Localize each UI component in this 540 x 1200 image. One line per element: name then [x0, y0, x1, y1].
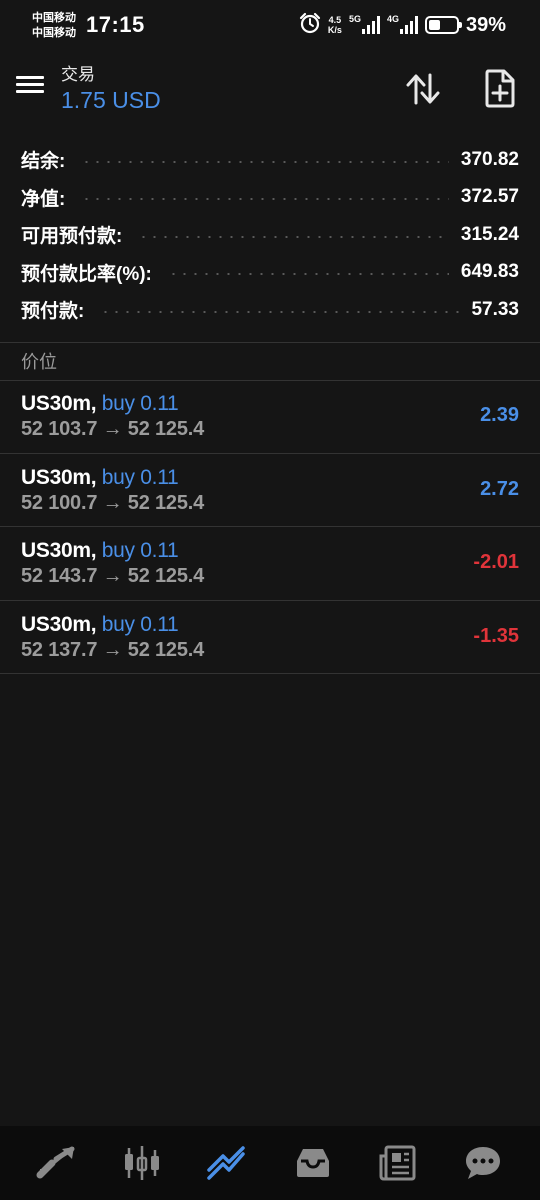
- battery-icon: [424, 16, 462, 34]
- net-type-1: 5G: [348, 14, 361, 24]
- positions-list: US30m, buy 0.11 52 103.7 → 52 125.4 2.39…: [0, 380, 540, 675]
- position-symbol: US30m,: [21, 612, 97, 636]
- summary-row-margin: 预付款: 57.33: [0, 291, 540, 329]
- position-title: US30m, buy 0.11: [21, 612, 179, 637]
- nav-trade[interactable]: [199, 1135, 255, 1191]
- account-summary: 结余: 370.82 净值: 372.57 可用预付款: 315.24 预付款比…: [0, 141, 540, 329]
- summary-value: 649.83: [460, 261, 519, 283]
- summary-row-equity: 净值: 372.57: [0, 179, 540, 217]
- net-type-2: 4G: [386, 14, 399, 24]
- position-side: buy 0.11: [101, 539, 179, 563]
- position-profit: -2.01: [473, 551, 519, 574]
- summary-row-free-margin: 可用预付款: 315.24: [0, 216, 540, 254]
- summary-value: 372.57: [460, 186, 519, 208]
- trade-icon: [207, 1146, 246, 1180]
- signal-icon-2: [399, 16, 418, 34]
- summary-row-margin-level: 预付款比率(%): 649.83: [0, 254, 540, 292]
- position-title: US30m, buy 0.11: [21, 465, 179, 490]
- clock: 17:15: [86, 12, 145, 37]
- position-profit: -1.35: [473, 624, 519, 647]
- position-row[interactable]: US30m, buy 0.11 52 100.7 → 52 125.4 2.72: [0, 454, 540, 528]
- nav-history[interactable]: [285, 1135, 341, 1191]
- section-title-positions: 价位: [21, 352, 57, 372]
- net-speed-value: 4.5: [328, 15, 342, 25]
- chart-icon: [124, 1146, 159, 1180]
- history-icon: [296, 1149, 329, 1177]
- position-side: buy 0.11: [101, 465, 179, 489]
- quotes-icon: [36, 1146, 75, 1179]
- news-icon: [379, 1145, 416, 1181]
- menu-button[interactable]: [14, 72, 46, 102]
- position-row[interactable]: US30m, buy 0.11 52 137.7 → 52 125.4 -1.3…: [0, 601, 540, 675]
- app-header: 交易 1.75 USD: [0, 52, 540, 122]
- page-title: 交易: [61, 65, 95, 84]
- signal-icon: [361, 16, 380, 34]
- position-symbol: US30m,: [21, 392, 97, 415]
- carrier-info: 中国移动 中国移动: [32, 11, 76, 41]
- sort-button[interactable]: [403, 69, 443, 109]
- net-speed-unit: K/s: [327, 25, 342, 35]
- battery-level: 39%: [465, 13, 506, 36]
- position-prices: 52 103.7 → 52 125.4: [21, 418, 205, 440]
- summary-label: 结余:: [21, 151, 66, 173]
- position-side: buy 0.11: [101, 612, 179, 636]
- carrier-1: 中国移动: [32, 12, 76, 24]
- dotted-leader: [81, 198, 449, 201]
- position-title: US30m, buy 0.11: [21, 392, 179, 416]
- summary-row-balance: 结余: 370.82: [0, 141, 540, 179]
- chat-icon: [466, 1147, 501, 1179]
- position-row[interactable]: US30m, buy 0.11 52 103.7 → 52 125.4 2.39: [0, 380, 540, 454]
- dotted-leader: [81, 160, 449, 163]
- nav-chat[interactable]: [455, 1135, 511, 1191]
- position-profit: 2.39: [480, 404, 519, 426]
- summary-label: 预付款比率(%):: [21, 263, 152, 285]
- net-speed: 4.5 K/s: [328, 15, 342, 35]
- divider: [0, 342, 540, 343]
- position-prices: 52 100.7 → 52 125.4: [21, 491, 205, 514]
- floating-profit: 1.75 USD: [61, 87, 161, 113]
- summary-value: 315.24: [460, 223, 519, 245]
- new-document-icon: [485, 69, 515, 108]
- position-symbol: US30m,: [21, 465, 97, 489]
- alarm-icon: [299, 12, 321, 39]
- status-bar: 中国移动 中国移动 17:15 4.5 K/s 5G 4G 39%: [0, 0, 540, 50]
- dotted-leader: [167, 273, 449, 276]
- summary-label: 净值:: [21, 188, 66, 210]
- nav-news[interactable]: [370, 1135, 426, 1191]
- new-order-button[interactable]: [480, 67, 520, 109]
- carrier-2: 中国移动: [32, 27, 76, 39]
- position-prices: 52 137.7 → 52 125.4: [21, 638, 205, 661]
- status-icons: 4.5 K/s 5G 4G 39%: [299, 12, 506, 38]
- summary-label: 可用预付款:: [21, 226, 123, 248]
- position-symbol: US30m,: [21, 539, 97, 563]
- sort-icon: [406, 73, 440, 105]
- position-title: US30m, buy 0.11: [21, 539, 179, 563]
- position-row[interactable]: US30m, buy 0.11 52 143.7 → 52 125.4 -2.0…: [0, 527, 540, 601]
- dotted-leader: [138, 235, 449, 238]
- dotted-leader: [100, 310, 460, 313]
- bottom-nav: [0, 1126, 540, 1200]
- summary-value: 57.33: [471, 298, 519, 320]
- position-profit: 2.72: [480, 477, 519, 500]
- summary-value: 370.82: [460, 148, 519, 170]
- position-side: buy 0.11: [101, 392, 179, 415]
- position-prices: 52 143.7 → 52 125.4: [21, 565, 205, 588]
- summary-label: 预付款:: [21, 301, 85, 323]
- nav-quotes[interactable]: [29, 1135, 85, 1191]
- nav-chart[interactable]: [114, 1135, 170, 1191]
